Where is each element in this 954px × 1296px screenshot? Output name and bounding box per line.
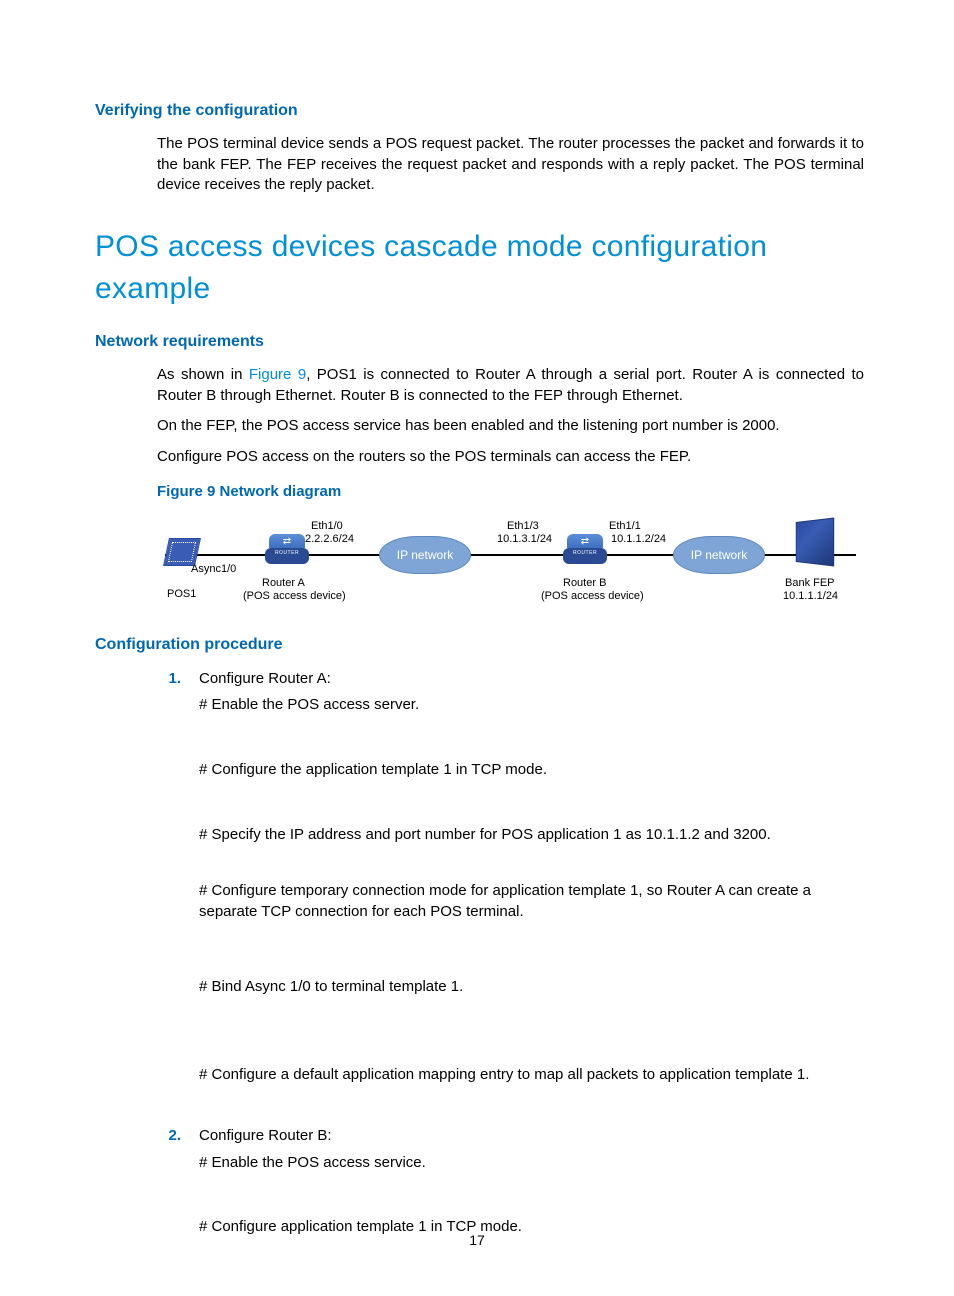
router-a-node: ⇄ <box>265 548 309 566</box>
ip-network-cloud: IP network <box>379 536 471 574</box>
list-number: 2. <box>157 1126 185 1282</box>
router-icon: ⇄ <box>563 548 607 564</box>
step-text: # Configure the application template 1 i… <box>199 760 864 781</box>
section-heading-main: POS access devices cascade mode configur… <box>95 226 864 309</box>
list-number: 1. <box>157 669 185 1123</box>
router-b-sub: (POS access device) <box>541 590 644 603</box>
text: As shown in <box>157 366 249 383</box>
router-b-label: Router B <box>563 577 606 590</box>
list-body: Configure Router A: # Enable the POS acc… <box>185 669 864 1123</box>
network-diagram: Async1/0 POS1 Eth1/0 2.2.2.6/24 ⇄ Router… <box>157 508 864 608</box>
section-heading-config-proc: Configuration procedure <box>95 634 864 656</box>
section-heading-verifying: Verifying the configuration <box>95 100 864 122</box>
paragraph: Configure POS access on the routers so t… <box>157 447 864 468</box>
step-text: # Configure temporary connection mode fo… <box>199 881 864 922</box>
list-item: 2. Configure Router B: # Enable the POS … <box>157 1126 864 1282</box>
eth-label: Eth1/3 <box>507 520 539 533</box>
document-page: Verifying the configuration The POS term… <box>0 0 954 1296</box>
figure-reference[interactable]: Figure 9 <box>249 366 306 383</box>
ip-label: 2.2.2.6/24 <box>305 533 354 546</box>
async-label: Async1/0 <box>191 563 236 576</box>
section-body: As shown in Figure 9, POS1 is connected … <box>157 365 864 468</box>
list-body: Configure Router B: # Enable the POS acc… <box>185 1126 864 1282</box>
fep-ip: 10.1.1.1/24 <box>783 590 838 603</box>
pos1-label: POS1 <box>167 588 196 601</box>
step-text: # Configure a default application mappin… <box>199 1065 864 1086</box>
ip-label: 10.1.3.1/24 <box>497 533 552 546</box>
figure-caption: Figure 9 Network diagram <box>157 482 864 503</box>
fep-label: Bank FEP <box>785 577 835 590</box>
list-item: 1. Configure Router A: # Enable the POS … <box>157 669 864 1123</box>
step-text: # Enable the POS access server. <box>199 695 864 716</box>
bank-fep-node <box>793 530 833 568</box>
eth-label: Eth1/1 <box>609 520 641 533</box>
router-a-sub: (POS access device) <box>243 590 346 603</box>
step-text: # Specify the IP address and port number… <box>199 825 864 846</box>
paragraph: On the FEP, the POS access service has b… <box>157 416 864 437</box>
ip-network-cloud: IP network <box>673 536 765 574</box>
list-title: Configure Router B: <box>199 1126 864 1147</box>
ip-label: 10.1.1.2/24 <box>611 533 666 546</box>
section-heading-network-req: Network requirements <box>95 331 864 353</box>
eth-label: Eth1/0 <box>311 520 343 533</box>
ordered-list: 1. Configure Router A: # Enable the POS … <box>157 669 864 1283</box>
server-icon <box>796 518 834 567</box>
page-number: 17 <box>0 1231 954 1250</box>
step-text: # Bind Async 1/0 to terminal template 1. <box>199 977 864 998</box>
step-text: # Enable the POS access service. <box>199 1153 864 1174</box>
pos-terminal-icon <box>163 538 201 566</box>
paragraph: As shown in Figure 9, POS1 is connected … <box>157 365 864 406</box>
list-title: Configure Router A: <box>199 669 864 690</box>
router-icon: ⇄ <box>265 548 309 564</box>
router-b-node: ⇄ <box>563 548 607 566</box>
paragraph: The POS terminal device sends a POS requ… <box>157 134 864 196</box>
router-a-label: Router A <box>262 577 305 590</box>
section-body: The POS terminal device sends a POS requ… <box>157 134 864 196</box>
